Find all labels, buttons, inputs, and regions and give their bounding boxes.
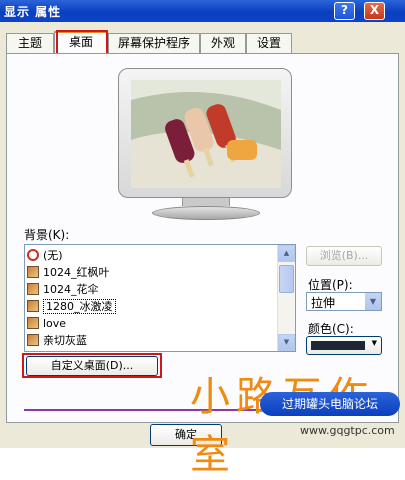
none-icon bbox=[27, 249, 39, 261]
list-scrollbar[interactable]: ▲ ▼ bbox=[277, 245, 295, 351]
list-item-none[interactable]: (无) bbox=[27, 247, 63, 264]
color-label: 颜色(C): bbox=[308, 322, 354, 336]
list-item[interactable]: 1024_红枫叶 bbox=[27, 264, 110, 281]
monitor-preview bbox=[118, 68, 292, 220]
tab-appearance[interactable]: 外观 bbox=[200, 33, 246, 53]
scroll-up-icon[interactable]: ▲ bbox=[278, 245, 295, 262]
forum-badge-label: 过期罐头电脑论坛 bbox=[281, 397, 378, 411]
tab-settings[interactable]: 设置 bbox=[246, 33, 292, 53]
list-item-selected[interactable]: 1280_冰激凌 bbox=[27, 298, 116, 315]
browse-button[interactable]: 浏览(B)... bbox=[306, 246, 382, 266]
image-file-icon bbox=[27, 334, 39, 346]
position-value: 拉伸 bbox=[311, 296, 336, 310]
position-dropdown[interactable]: 拉伸 ▼ bbox=[306, 292, 382, 311]
color-picker-button[interactable]: ▼ bbox=[306, 336, 382, 355]
list-item[interactable]: 亲切灰蓝 bbox=[27, 332, 87, 349]
chevron-down-icon: ▼ bbox=[371, 339, 377, 347]
forum-badge: 过期罐头电脑论坛 bbox=[260, 392, 400, 416]
window-title: 显示 属性 bbox=[4, 5, 62, 19]
display-properties-window: 显示 属性 ? X 主题 桌面 屏幕保护程序 外观 设置 背景(K): (无) … bbox=[0, 0, 405, 478]
position-label: 位置(P): bbox=[308, 278, 353, 292]
scroll-thumb[interactable] bbox=[279, 265, 294, 293]
image-file-icon bbox=[27, 283, 39, 295]
forum-url: www.gqgtpc.com bbox=[300, 424, 395, 437]
list-item[interactable]: love bbox=[27, 315, 66, 332]
color-swatch bbox=[311, 341, 365, 350]
background-label: 背景(K): bbox=[24, 228, 70, 242]
customize-highlight-box bbox=[22, 353, 162, 378]
list-item[interactable]: 1024_花伞 bbox=[27, 281, 99, 298]
monitor-stand bbox=[152, 206, 260, 220]
chevron-down-icon[interactable]: ▼ bbox=[365, 293, 381, 310]
wallpaper-preview bbox=[131, 80, 281, 188]
tab-themes[interactable]: 主题 bbox=[6, 33, 54, 53]
tab-screensaver[interactable]: 屏幕保护程序 bbox=[108, 33, 200, 53]
image-file-icon bbox=[27, 317, 39, 329]
help-button[interactable]: ? bbox=[334, 2, 355, 20]
monitor-neck bbox=[182, 198, 230, 206]
image-file-icon bbox=[27, 266, 39, 278]
close-button[interactable]: X bbox=[364, 2, 385, 20]
watermark-text: 小路互作室 bbox=[190, 374, 368, 478]
scroll-down-icon[interactable]: ▼ bbox=[278, 334, 295, 351]
title-bar[interactable]: 显示 属性 ? X bbox=[0, 0, 405, 22]
image-file-icon bbox=[27, 300, 39, 312]
monitor-bezel bbox=[118, 68, 292, 198]
ice-cream-wallpaper-icon bbox=[131, 80, 281, 188]
background-listbox[interactable]: (无) 1024_红枫叶 1024_花伞 1280_冰激凌 love 亲切灰蓝 … bbox=[24, 244, 296, 352]
